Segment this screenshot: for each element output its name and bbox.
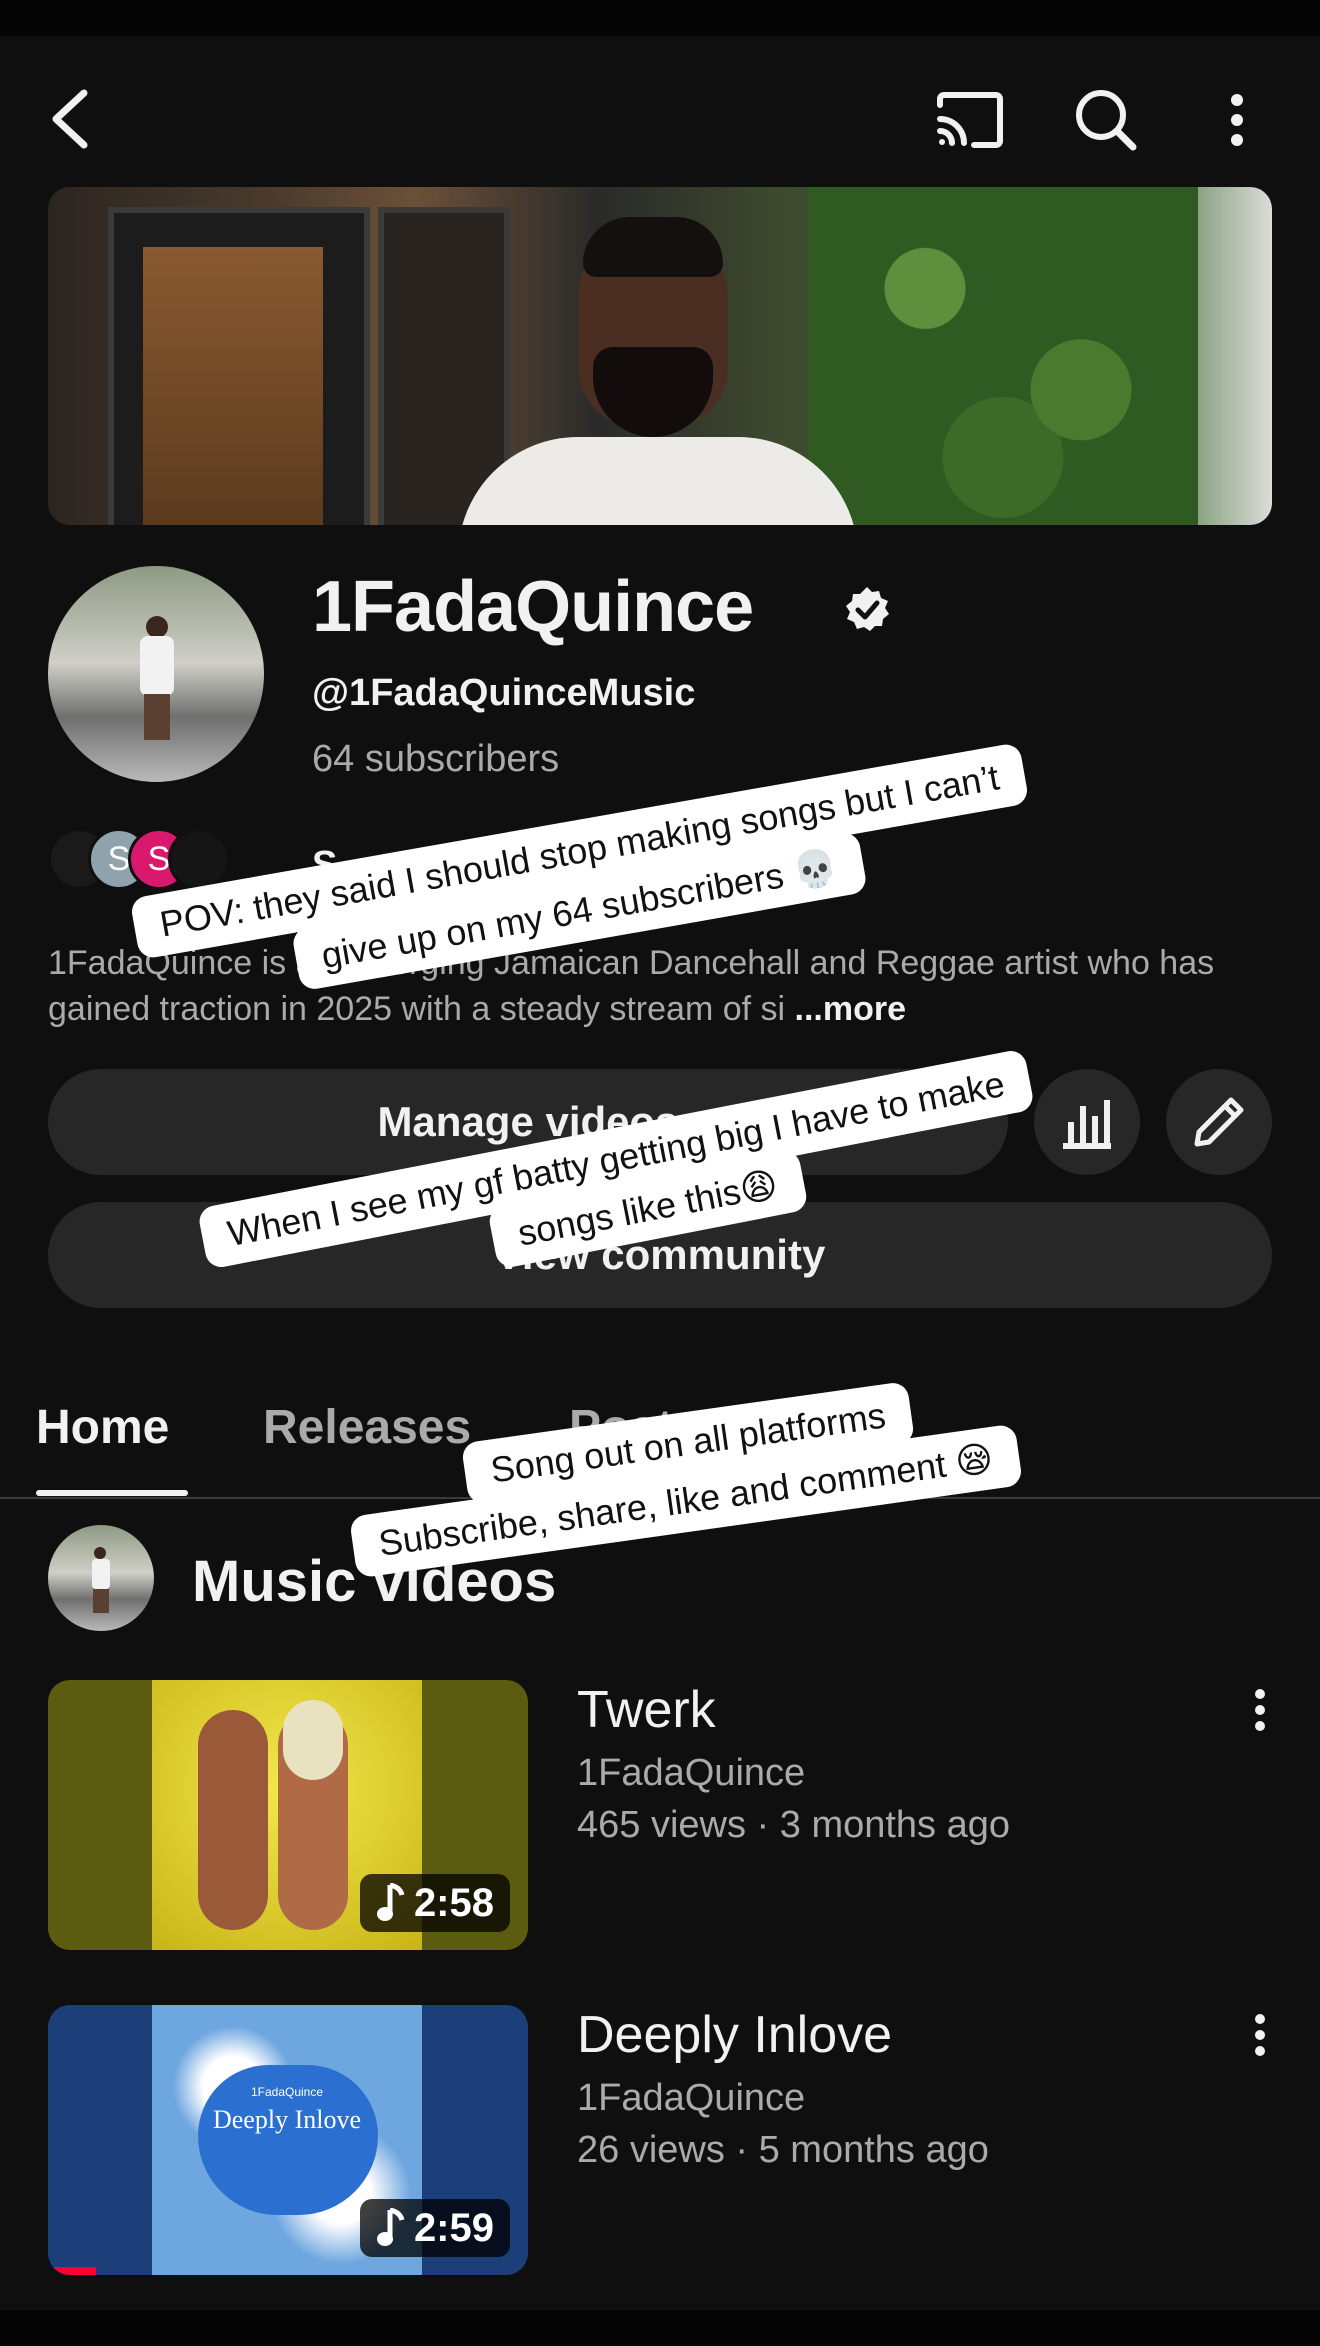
more-link[interactable]: ...more bbox=[795, 990, 906, 1028]
channel-banner bbox=[48, 187, 1272, 525]
subscriber-count: 64 subscribers bbox=[312, 738, 560, 780]
back-button[interactable] bbox=[40, 84, 100, 154]
status-strip bbox=[0, 0, 1320, 36]
edit-button[interactable] bbox=[1166, 1069, 1272, 1175]
back-arrow-icon bbox=[52, 89, 88, 149]
channel-description[interactable]: 1FadaQuince is an emerging Jamaican Danc… bbox=[48, 940, 1268, 1032]
pencil-icon bbox=[1194, 1097, 1244, 1147]
stats-icon bbox=[1063, 1100, 1111, 1149]
channel-avatar[interactable] bbox=[48, 566, 264, 782]
active-tab-indicator bbox=[36, 1490, 188, 1496]
verified-icon bbox=[846, 587, 889, 631]
channel-handle: @1FadaQuinceMusic bbox=[312, 672, 696, 714]
video-menu-icon[interactable] bbox=[1248, 1680, 1272, 1740]
more-vert-icon bbox=[1231, 94, 1243, 146]
subscriber-avatar bbox=[168, 828, 230, 890]
duration-badge: 2:59 bbox=[359, 2199, 510, 2257]
more-options-button[interactable] bbox=[1222, 88, 1252, 152]
video-thumbnail[interactable]: 2:58 bbox=[48, 1680, 528, 1950]
section-avatar bbox=[48, 1525, 154, 1631]
search-button[interactable] bbox=[1070, 84, 1140, 154]
watch-progress bbox=[48, 2267, 96, 2275]
video-meta: 465 views · 3 months ago bbox=[577, 1804, 1011, 1846]
search-icon bbox=[1076, 90, 1137, 151]
video-thumbnail[interactable]: 1FadaQuince Deeply Inlove 2:59 bbox=[48, 2005, 528, 2275]
video-channel: 1FadaQuince bbox=[577, 1752, 806, 1794]
music-note-icon bbox=[376, 1883, 405, 1921]
tab-home[interactable]: Home bbox=[36, 1400, 169, 1455]
stats-button[interactable] bbox=[1034, 1069, 1140, 1175]
video-title[interactable]: Twerk bbox=[577, 1680, 716, 1740]
duration-badge: 2:58 bbox=[359, 1874, 510, 1932]
video-menu-icon[interactable] bbox=[1248, 2005, 1272, 2065]
music-note-icon bbox=[376, 2208, 405, 2246]
video-title[interactable]: Deeply Inlove bbox=[577, 2005, 892, 2065]
tab-releases[interactable]: Releases bbox=[263, 1400, 471, 1455]
cast-button[interactable] bbox=[934, 88, 1004, 152]
cast-icon bbox=[937, 92, 1003, 148]
video-channel: 1FadaQuince bbox=[577, 2077, 806, 2119]
video-meta: 26 views · 5 months ago bbox=[577, 2129, 989, 2171]
bottom-strip bbox=[0, 2310, 1320, 2346]
channel-name: 1FadaQuince bbox=[312, 567, 754, 647]
